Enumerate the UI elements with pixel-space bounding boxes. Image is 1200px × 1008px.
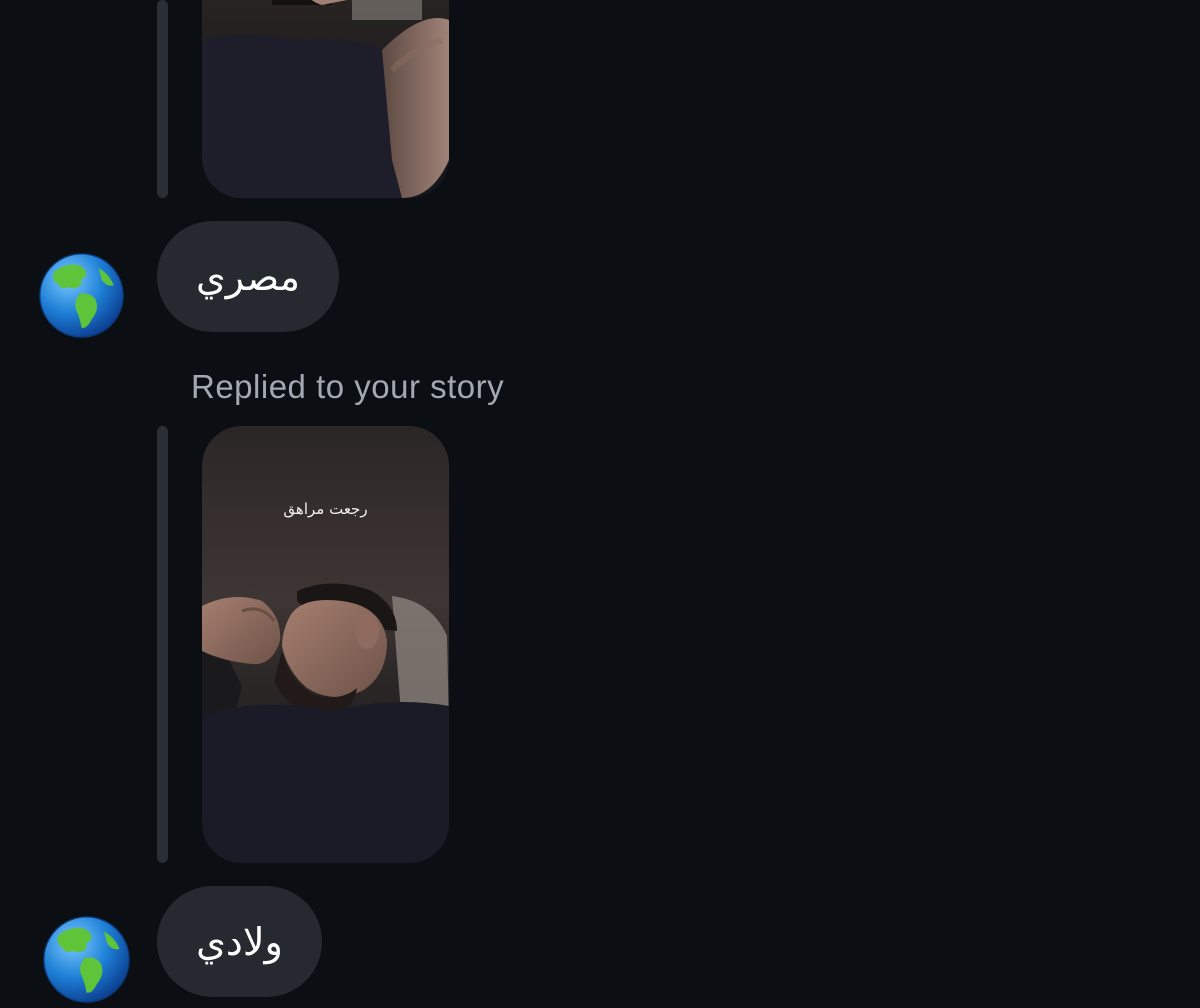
story-photo [202,426,449,863]
message-thread: مصري Replied to your story رجعت مراهق ول… [0,0,1200,1008]
reply-indicator-bar [157,426,168,863]
story-preview-image[interactable]: رجعت مراهق [202,426,449,863]
message-text: ولادي [196,919,283,964]
story-caption: رجعت مراهق [283,500,368,518]
story-photo [202,0,449,198]
message-text: مصري [195,254,301,299]
globe-americas-icon [39,253,124,338]
contact-avatar[interactable] [39,253,124,338]
message-bubble[interactable]: مصري [157,221,339,332]
globe-americas-icon [43,916,130,1003]
replied-to-story-label: Replied to your story [191,368,505,405]
contact-avatar[interactable] [43,916,130,1003]
message-bubble[interactable]: ولادي [157,886,322,997]
story-preview-image[interactable] [202,0,449,198]
reply-indicator-bar [157,0,168,198]
